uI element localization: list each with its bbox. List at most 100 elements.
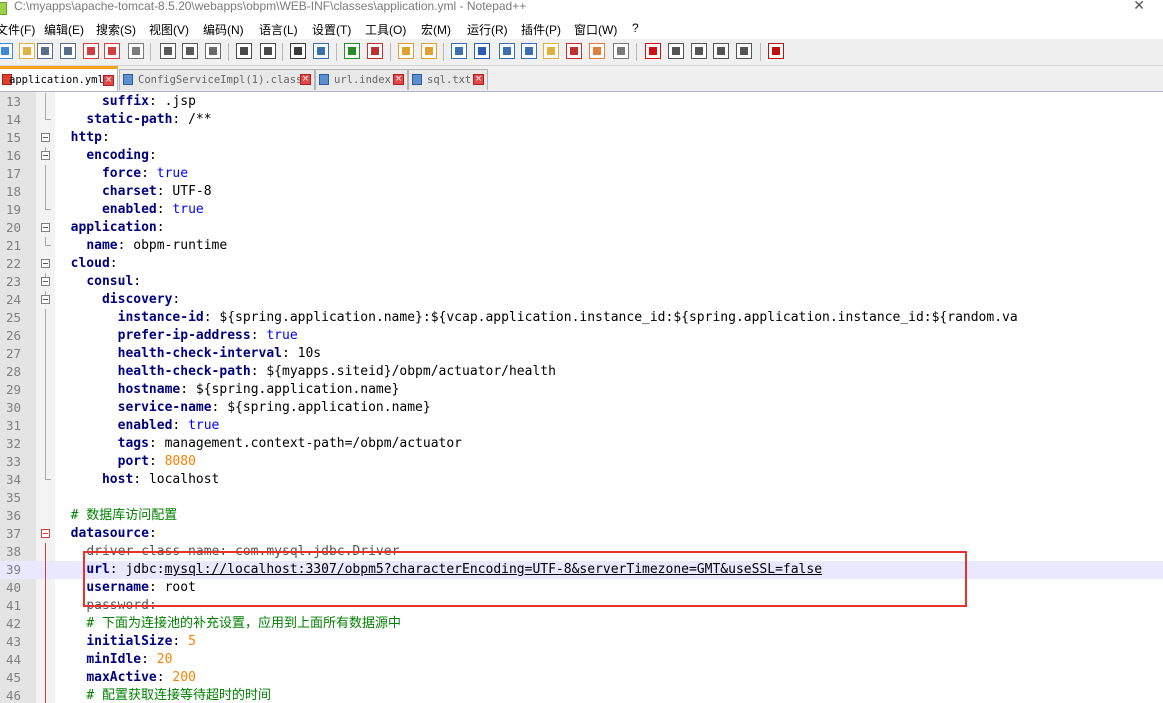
indent-guide-icon[interactable] <box>499 43 515 59</box>
fold-toggle-icon[interactable] <box>41 223 50 232</box>
fold-toggle-icon[interactable] <box>41 259 50 268</box>
paste-icon[interactable] <box>205 43 221 59</box>
line-number: 46 <box>5 688 21 703</box>
menu-file[interactable]: 文件(F) <box>0 21 35 38</box>
menu-language[interactable]: 语言(L) <box>259 21 298 38</box>
menu-run[interactable]: 运行(R) <box>467 21 508 38</box>
code-line[interactable]: 24 discovery: <box>0 291 1163 309</box>
redo-icon-glyph <box>264 47 272 55</box>
spell-check-icon[interactable] <box>768 43 784 59</box>
code-line[interactable]: 28 health-check-path: ${myapps.siteid}/o… <box>0 363 1163 381</box>
save-macro-icon[interactable] <box>736 43 752 59</box>
code-line[interactable]: 34 host: localhost <box>0 471 1163 489</box>
tab-close-icon[interactable]: × <box>393 74 404 85</box>
word-wrap-icon[interactable] <box>451 43 467 59</box>
tab-sql-txt[interactable]: sql.txt × <box>408 69 488 90</box>
fold-toggle-icon[interactable] <box>41 133 50 142</box>
code-line[interactable]: 45 maxActive: 200 <box>0 669 1163 687</box>
zoom-in-icon[interactable] <box>344 43 360 59</box>
code-line[interactable]: 15 http: <box>0 129 1163 147</box>
cut-icon[interactable] <box>160 43 176 59</box>
code-line[interactable]: 25 instance-id: ${spring.application.nam… <box>0 309 1163 327</box>
code-line[interactable]: 17 force: true <box>0 165 1163 183</box>
tab-close-icon[interactable]: × <box>473 74 484 85</box>
code-line[interactable]: 14 static-path: /** <box>0 111 1163 129</box>
code-line[interactable]: 23 consul: <box>0 273 1163 291</box>
code-line[interactable]: 16 encoding: <box>0 147 1163 165</box>
code-line[interactable]: 29 hostname: ${spring.application.name} <box>0 381 1163 399</box>
save-all-icon[interactable] <box>60 43 76 59</box>
tab-configserviceimpl-class[interactable]: ConfigServiceImpl(1).class × <box>119 69 315 90</box>
monitor-icon[interactable] <box>613 43 629 59</box>
code-editor[interactable]: 13 suffix: .jsp 14 static-path: /** 15 htt… <box>0 92 1163 703</box>
code-line[interactable]: 37 datasource: <box>0 525 1163 543</box>
folder-workspace-icon[interactable] <box>589 43 605 59</box>
close-icon[interactable] <box>83 43 99 59</box>
zoom-out-icon[interactable] <box>367 43 383 59</box>
code-line[interactable]: 22 cloud: <box>0 255 1163 273</box>
menu-view[interactable]: 视图(V) <box>149 21 189 38</box>
menu-help[interactable]: ? <box>632 21 639 35</box>
code-line[interactable]: 46 # 配置获取连接等待超时的时间 <box>0 687 1163 703</box>
sync-horizontal-icon[interactable] <box>421 43 437 59</box>
code-line[interactable]: 42 # 下面为连接池的补充设置，应用到上面所有数据源中 <box>0 615 1163 633</box>
menu-settings[interactable]: 设置(T) <box>312 21 351 38</box>
doc-map-icon[interactable] <box>543 43 559 59</box>
fold-toggle-icon[interactable] <box>41 295 50 304</box>
code-line[interactable]: 21 name: obpm-runtime <box>0 237 1163 255</box>
function-list-icon[interactable] <box>566 43 582 59</box>
record-macro-icon[interactable] <box>645 43 661 59</box>
code-line[interactable]: 43 initialSize: 5 <box>0 633 1163 651</box>
tab-close-icon[interactable]: × <box>300 74 311 85</box>
menu-encoding[interactable]: 编码(N) <box>203 21 244 38</box>
sync-vertical-icon[interactable] <box>398 43 414 59</box>
toolbar-separator <box>336 43 337 61</box>
code-line[interactable]: 31 enabled: true <box>0 417 1163 435</box>
code-line[interactable]: 26 prefer-ip-address: true <box>0 327 1163 345</box>
undo-icon[interactable] <box>236 43 252 59</box>
find-icon[interactable] <box>290 43 306 59</box>
close-all-icon[interactable] <box>104 43 120 59</box>
code-line[interactable]: 19 enabled: true <box>0 201 1163 219</box>
code-line[interactable]: 35 <box>0 489 1163 507</box>
code-text: instance-id: ${spring.application.name}:… <box>117 310 1018 325</box>
fold-line <box>45 435 46 453</box>
code-line[interactable]: 27 health-check-interval: 10s <box>0 345 1163 363</box>
user-lang-icon[interactable] <box>521 43 537 59</box>
open-file-icon[interactable] <box>19 43 35 59</box>
code-text: port: 8080 <box>117 454 196 469</box>
code-line[interactable]: 36 # 数据库访问配置 <box>0 507 1163 525</box>
save-icon[interactable] <box>37 43 53 59</box>
menu-edit[interactable]: 编辑(E) <box>44 21 84 38</box>
code-line[interactable]: 30 service-name: ${spring.application.na… <box>0 399 1163 417</box>
stop-record-icon[interactable] <box>668 43 684 59</box>
menu-window[interactable]: 窗口(W) <box>574 21 617 38</box>
play-macro-icon[interactable] <box>691 43 707 59</box>
code-line[interactable]: 44 minIdle: 20 <box>0 651 1163 669</box>
replace-icon[interactable] <box>313 43 329 59</box>
print-icon[interactable] <box>128 43 144 59</box>
code-line[interactable]: 33 port: 8080 <box>0 453 1163 471</box>
new-file-icon[interactable] <box>0 43 13 59</box>
line-number: 45 <box>5 670 21 685</box>
menu-tools[interactable]: 工具(O) <box>365 21 406 38</box>
code-line[interactable]: 13 suffix: .jsp <box>0 93 1163 111</box>
window-close-button[interactable]: ✕ <box>1133 0 1145 14</box>
run-macro-multiple-icon[interactable] <box>713 43 729 59</box>
fold-toggle-icon[interactable] <box>41 151 50 160</box>
copy-icon[interactable] <box>182 43 198 59</box>
code-line[interactable]: 18 charset: UTF-8 <box>0 183 1163 201</box>
menu-macro[interactable]: 宏(M) <box>421 21 451 38</box>
menu-search[interactable]: 搜索(S) <box>96 21 136 38</box>
fold-toggle-icon[interactable] <box>41 277 50 286</box>
fold-toggle-icon[interactable] <box>41 529 50 538</box>
tab-application-yml[interactable]: application.yml × <box>0 66 118 91</box>
tab-url-index[interactable]: url.index × <box>315 69 408 90</box>
tab-close-icon[interactable]: × <box>103 75 114 86</box>
code-line[interactable]: 20 application: <box>0 219 1163 237</box>
show-all-chars-icon[interactable] <box>474 43 490 59</box>
menu-plugins[interactable]: 插件(P) <box>521 21 561 38</box>
code-line[interactable]: 32 tags: management.context-path=/obpm/a… <box>0 435 1163 453</box>
redo-icon[interactable] <box>260 43 276 59</box>
fold-line <box>45 633 46 651</box>
